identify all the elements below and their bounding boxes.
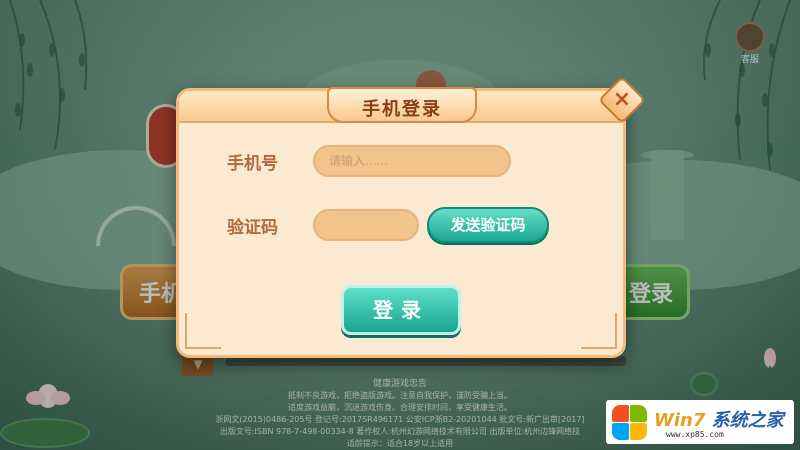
dialog-header: 手机登录 (179, 87, 623, 123)
corner-ornament (185, 313, 221, 349)
close-icon: × (612, 87, 632, 112)
win7-watermark: Win7 系统之家 www.xp85.com (606, 400, 794, 444)
watermark-brand-tail: 系统之家 (711, 410, 784, 431)
dialog-title: 手机登录 (362, 99, 442, 120)
code-label: 验证码 (227, 218, 278, 238)
watermark-url: www.xp85.com (666, 430, 724, 439)
windows-logo-icon (610, 403, 648, 441)
game-lobby-background: 手机 登录 客服 ▼ 健康游戏忠告 抵制不良游戏，拒绝盗版游戏。注意自我保护，谨… (0, 0, 800, 450)
verification-code-input[interactable] (313, 209, 419, 241)
watermark-brand-main: Win7 (654, 410, 706, 431)
phone-login-dialog: 手机登录 × 手机号 请输入...... 验证码 发送验证码 登录 (176, 75, 647, 358)
corner-ornament (581, 313, 617, 349)
phone-input[interactable]: 请输入...... (313, 145, 511, 177)
title-plaque: 手机登录 (327, 87, 477, 123)
send-code-button[interactable]: 发送验证码 (427, 207, 549, 243)
login-button[interactable]: 登录 (341, 285, 461, 335)
watermark-brand: Win7 系统之家 (654, 406, 784, 432)
phone-label: 手机号 (227, 154, 278, 174)
